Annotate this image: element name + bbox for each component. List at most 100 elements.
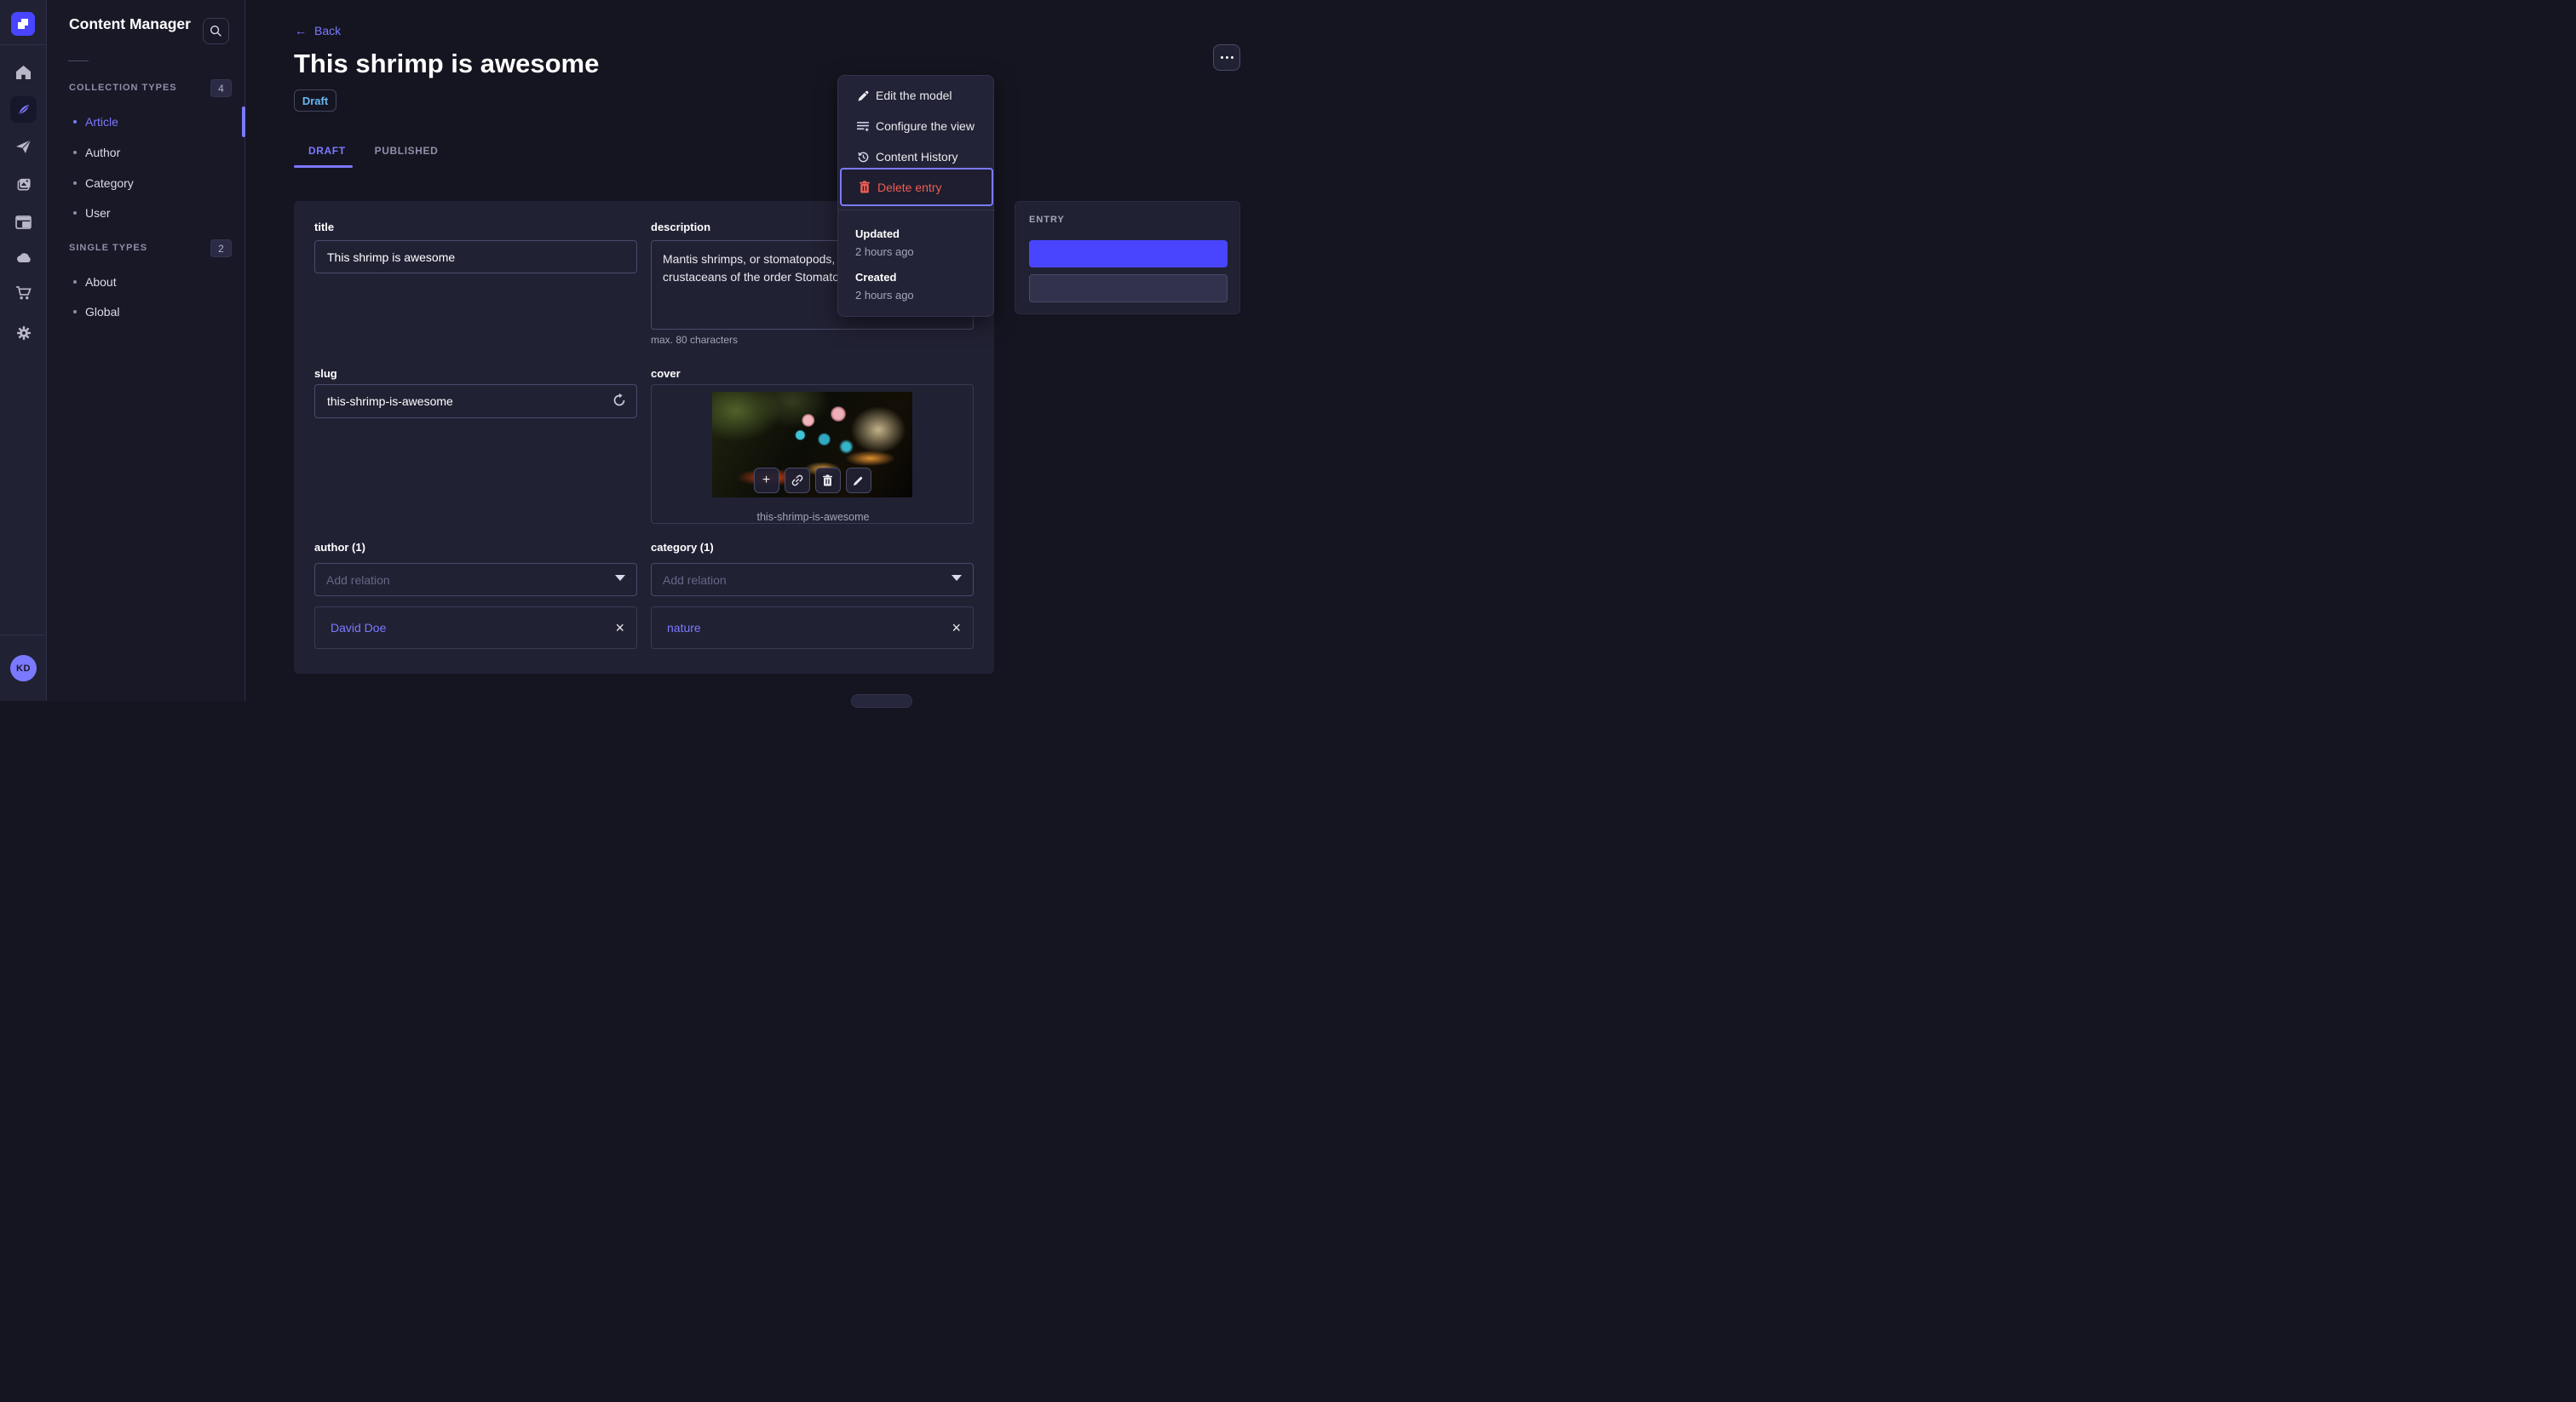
divider [0,44,47,45]
sidebar-item-article[interactable]: Article [47,106,244,137]
configure-list-icon [856,119,870,133]
sidebar-item-category[interactable]: Category [47,168,244,198]
slug-input[interactable] [314,384,637,418]
field-label: slug [314,367,337,380]
entry-panel: ENTRY [1015,201,1240,314]
entry-panel-label: ENTRY [1029,215,1065,225]
cloud-icon [15,252,32,263]
history-clock-icon [856,150,870,164]
cover-image[interactable]: + [712,392,912,497]
nav-item-content-type-builder[interactable] [0,209,47,236]
remove-relation-icon[interactable]: × [952,620,961,635]
updated-value: 2 hours ago [855,245,914,258]
sidebar-item-author[interactable]: Author [47,137,244,168]
nav-item-home[interactable] [0,59,47,86]
menu-item-delete-entry[interactable]: Delete entry [840,168,993,206]
settings-gear-icon [16,325,32,341]
sidebar-item-label: Article [85,115,118,129]
back-label: Back [314,24,342,37]
add-media-button[interactable]: + [753,468,779,493]
regenerate-icon[interactable] [612,393,627,408]
category-field: category (1) [651,541,974,554]
category-relation-item: nature × [651,606,974,649]
edit-media-button[interactable] [845,468,871,493]
nav-item-media-library[interactable] [0,171,47,198]
copy-link-button[interactable] [784,468,810,493]
cover-actions: + [753,468,871,493]
updated-label: Updated [855,227,900,240]
created-label: Created [855,271,897,284]
description-hint: max. 80 characters [651,334,739,346]
count-badge: 2 [210,239,232,257]
search-button[interactable] [203,18,229,44]
sidebar-item-label: Global [85,305,120,319]
trash-icon [822,474,833,486]
tab-draft[interactable]: DRAFT [294,135,360,166]
sidebar-item-label: Author [85,146,121,159]
section-label: COLLECTION TYPES [69,83,177,93]
save-button[interactable] [1029,274,1228,302]
field-label: title [314,221,335,233]
sidebar-item-label: User [85,206,111,220]
send-icon [15,139,32,154]
trash-icon [858,181,871,194]
strapi-logo-glyph [18,19,28,29]
author-field: author (1) [314,541,637,554]
more-options-menu: Edit the model Configure the view Conten… [837,75,995,317]
field-label: cover [651,367,681,380]
subnav-title: Content Manager [69,15,191,32]
dot-icon [1220,56,1223,59]
field-label: author (1) [314,541,365,554]
back-link[interactable]: ← Back [295,24,341,37]
title-field: title [314,221,637,233]
sidebar-item-user[interactable]: User [47,198,244,228]
nav-item-releases[interactable] [0,133,47,160]
chevron-down-icon [615,575,625,581]
title-input[interactable] [314,240,637,273]
nav-item-marketplace[interactable] [0,279,47,307]
count-badge: 4 [210,79,232,97]
tab-published[interactable]: PUBLISHED [360,135,453,166]
dot-icon [1225,56,1228,59]
user-avatar[interactable]: KD [10,655,37,681]
delete-media-button[interactable] [814,468,841,493]
page-title: This shrimp is awesome [294,49,600,78]
layout-builder-icon [15,215,32,229]
author-add-relation[interactable]: Add relation [314,563,637,596]
strapi-logo[interactable] [11,12,35,36]
slug-input-wrap [314,384,637,418]
sidebar-item-about[interactable]: About [47,267,244,297]
remove-relation-icon[interactable]: × [615,620,624,635]
bullet-icon [73,280,77,284]
more-options-button[interactable] [1213,44,1240,71]
menu-item-configure-view[interactable]: Configure the view [838,111,995,141]
menu-item-label: Configure the view [876,119,975,133]
nav-item-content-manager[interactable] [10,96,37,123]
nav-item-deploy[interactable] [0,244,47,271]
author-relation-item: David Doe × [314,606,637,649]
main-content: ← Back This shrimp is awesome Draft DRAF… [245,0,1288,708]
link-icon [791,474,803,486]
media-library-icon [15,177,32,192]
chevron-down-icon [952,575,962,581]
relation-placeholder: Add relation [663,572,727,587]
version-tabs: DRAFT PUBLISHED [294,135,452,166]
edit-pencil-icon [853,475,864,486]
bullet-icon [73,120,77,124]
search-icon [210,25,222,37]
publish-button[interactable] [1029,240,1228,267]
slug-field: slug [314,367,637,380]
floating-widget[interactable] [851,694,912,708]
nav-item-settings[interactable] [0,319,47,347]
cover-upload-box: + this-shrimp-is-awesome [651,384,974,524]
active-item-indicator [242,106,245,137]
divider [68,60,89,61]
menu-item-label: Delete entry [877,180,942,194]
home-icon [15,65,32,80]
menu-item-edit-model[interactable]: Edit the model [838,80,995,111]
category-add-relation[interactable]: Add relation [651,563,974,596]
section-collection-types: COLLECTION TYPES 4 [47,79,245,98]
relation-link[interactable]: nature [667,621,701,635]
sidebar-item-global[interactable]: Global [47,296,244,327]
relation-link[interactable]: David Doe [331,621,386,635]
